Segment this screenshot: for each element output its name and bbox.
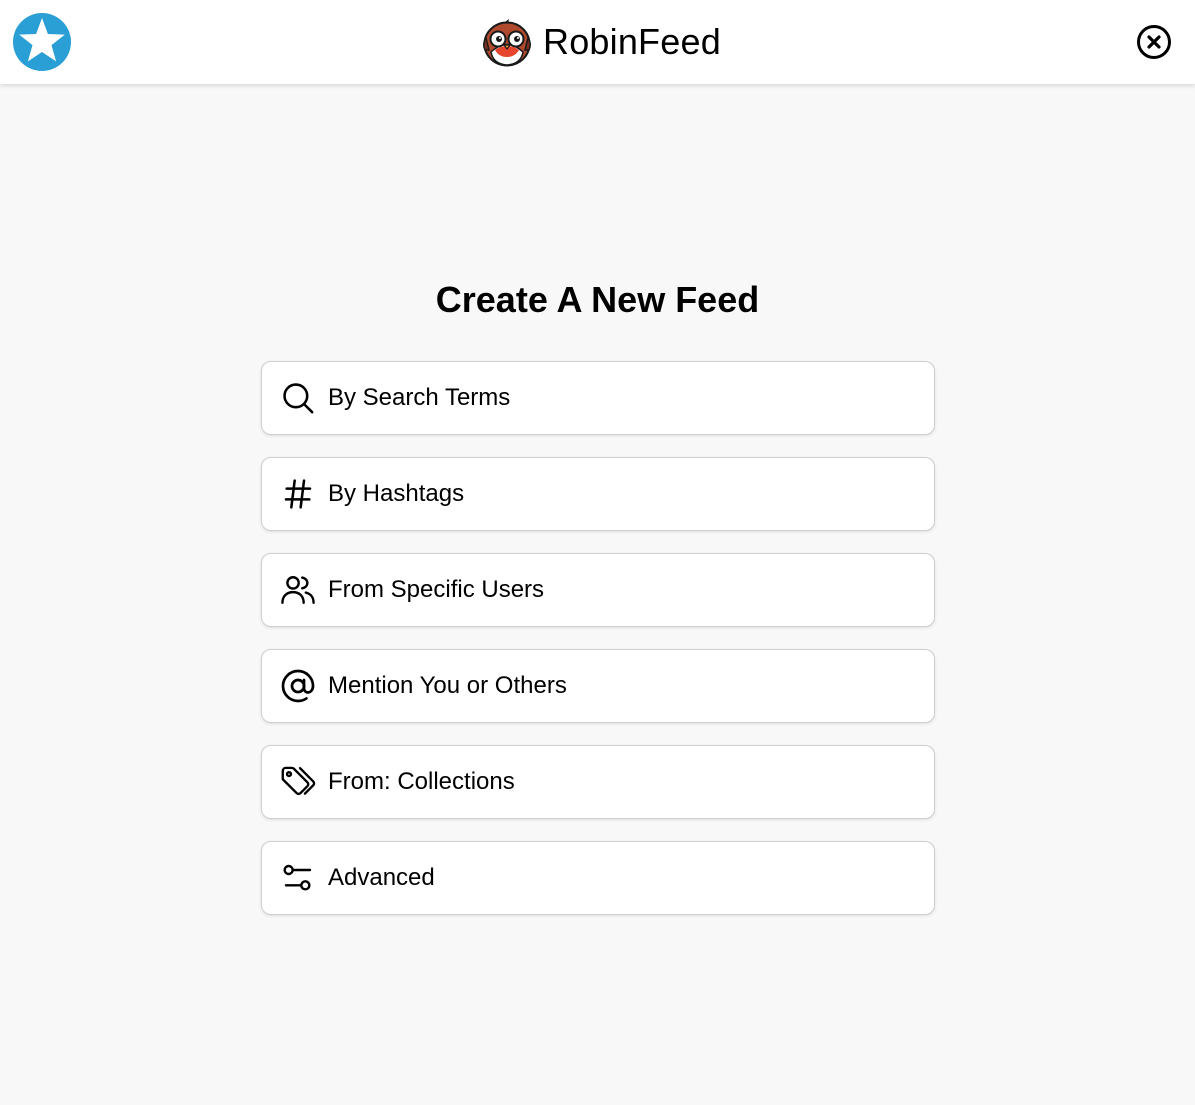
option-label: From: Collections [328,768,515,795]
adjustments-icon [280,860,316,896]
brand: RobinFeed [481,17,721,67]
option-label: Mention You or Others [328,672,567,699]
users-icon [280,572,316,608]
option-hashtags[interactable]: By Hashtags [261,457,935,531]
option-advanced[interactable]: Advanced [261,841,935,915]
tags-icon [280,764,316,800]
top-bar: RobinFeed [0,0,1195,84]
option-mentions[interactable]: Mention You or Others [261,649,935,723]
search-icon [280,380,316,416]
option-collections[interactable]: From: Collections [261,745,935,819]
option-label: Advanced [328,864,435,891]
option-label: From Specific Users [328,576,545,603]
option-search-terms[interactable]: By Search Terms [261,361,935,435]
robin-logo-icon [482,19,532,67]
option-label: By Hashtags [328,480,465,507]
option-specific-users[interactable]: From Specific Users [261,553,935,627]
close-circle-icon [1137,25,1171,59]
page-title: Create A New Feed [435,279,760,320]
hashtag-icon [280,476,316,512]
app-name: RobinFeed [543,21,721,62]
feed-type-options: By Search Terms By Hashtags From Specifi… [261,361,935,937]
close-button[interactable] [1136,24,1172,60]
at-sign-icon [280,668,316,704]
star-icon[interactable] [12,12,72,72]
option-label: By Search Terms [328,384,511,411]
